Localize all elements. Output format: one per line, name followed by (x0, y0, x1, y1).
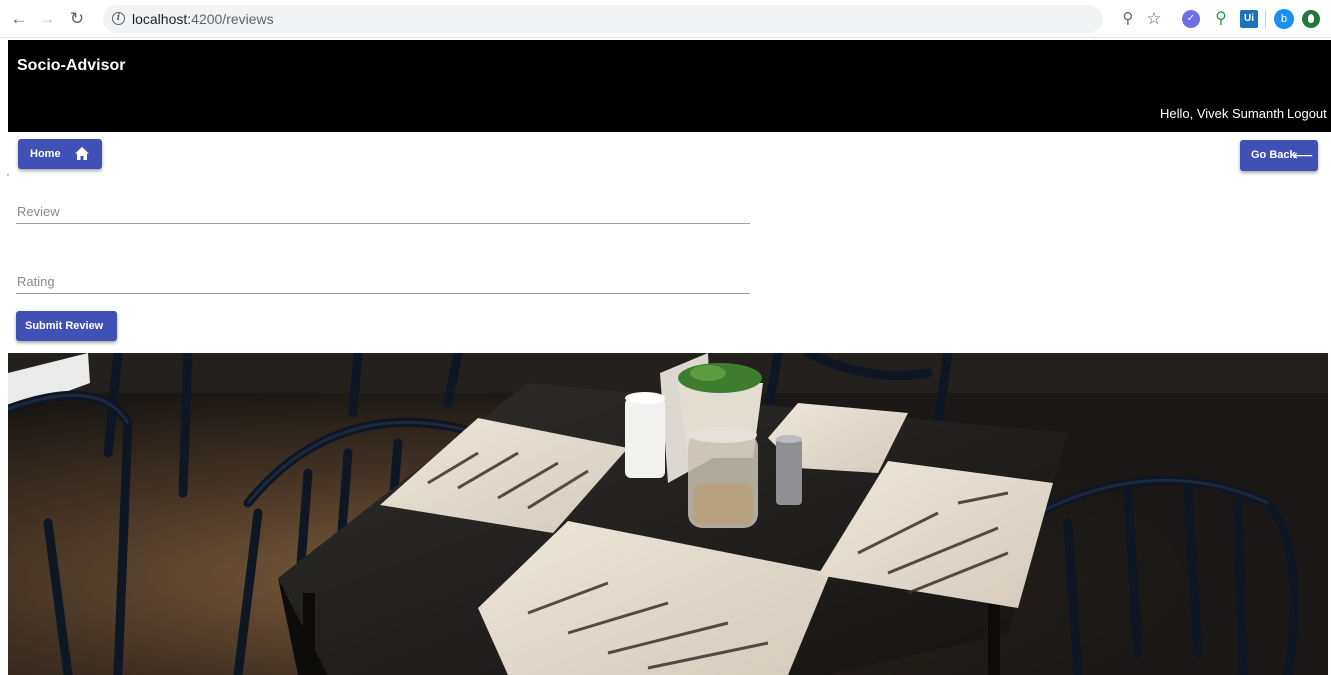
restaurant-hero-image (8, 353, 1328, 675)
browser-toolbar: ← → ↻ i localhost:4200/reviews ⚲ ☆ ⚲ Ui … (0, 0, 1331, 38)
go-back-button-label: Go Back (1251, 149, 1296, 161)
profile-avatar[interactable]: b (1274, 9, 1294, 29)
reload-icon[interactable]: ↻ (67, 9, 87, 29)
arrow-left-icon: ⟵ (1293, 147, 1314, 163)
brand-title[interactable]: Socio-Advisor (17, 57, 125, 75)
extension-ui-icon[interactable]: Ui (1240, 10, 1258, 28)
restaurant-photo-icon (8, 353, 1328, 675)
submit-review-button[interactable]: Submit Review (16, 311, 117, 341)
extension-pin-icon[interactable]: ⚲ (1212, 10, 1230, 28)
zoom-icon[interactable]: ⚲ (1119, 10, 1137, 28)
submit-review-label: Submit Review (25, 320, 104, 332)
address-bar[interactable]: i localhost:4200/reviews (103, 5, 1103, 33)
url-text[interactable]: localhost:4200/reviews (132, 11, 274, 27)
rating-input[interactable] (17, 270, 751, 292)
url-host: localhost: (132, 11, 192, 27)
back-arrow-icon[interactable]: ← (9, 9, 29, 29)
bookmark-star-icon[interactable]: ☆ (1145, 10, 1163, 28)
home-icon (75, 147, 89, 160)
app-header: Socio-Advisor Hello, Vivek Sumanth Logou… (8, 40, 1331, 132)
home-button[interactable]: Home (18, 139, 102, 169)
review-input[interactable] (17, 200, 751, 222)
extension-check-icon[interactable] (1182, 10, 1200, 28)
go-back-button[interactable]: Go Back ⟵ (1240, 140, 1318, 171)
user-greeting: Hello, Vivek Sumanth (1160, 106, 1285, 121)
toolbar-separator (1265, 10, 1266, 28)
extension-green-icon[interactable] (1302, 10, 1320, 28)
info-icon[interactable]: i (112, 12, 125, 25)
url-path: 4200/reviews (191, 11, 274, 27)
divider-dot (7, 174, 9, 176)
review-field[interactable] (16, 200, 751, 224)
forward-arrow-icon[interactable]: → (37, 9, 57, 29)
rating-field[interactable] (16, 270, 751, 294)
logout-link[interactable]: Logout (1287, 106, 1327, 121)
home-button-label: Home (30, 148, 61, 160)
